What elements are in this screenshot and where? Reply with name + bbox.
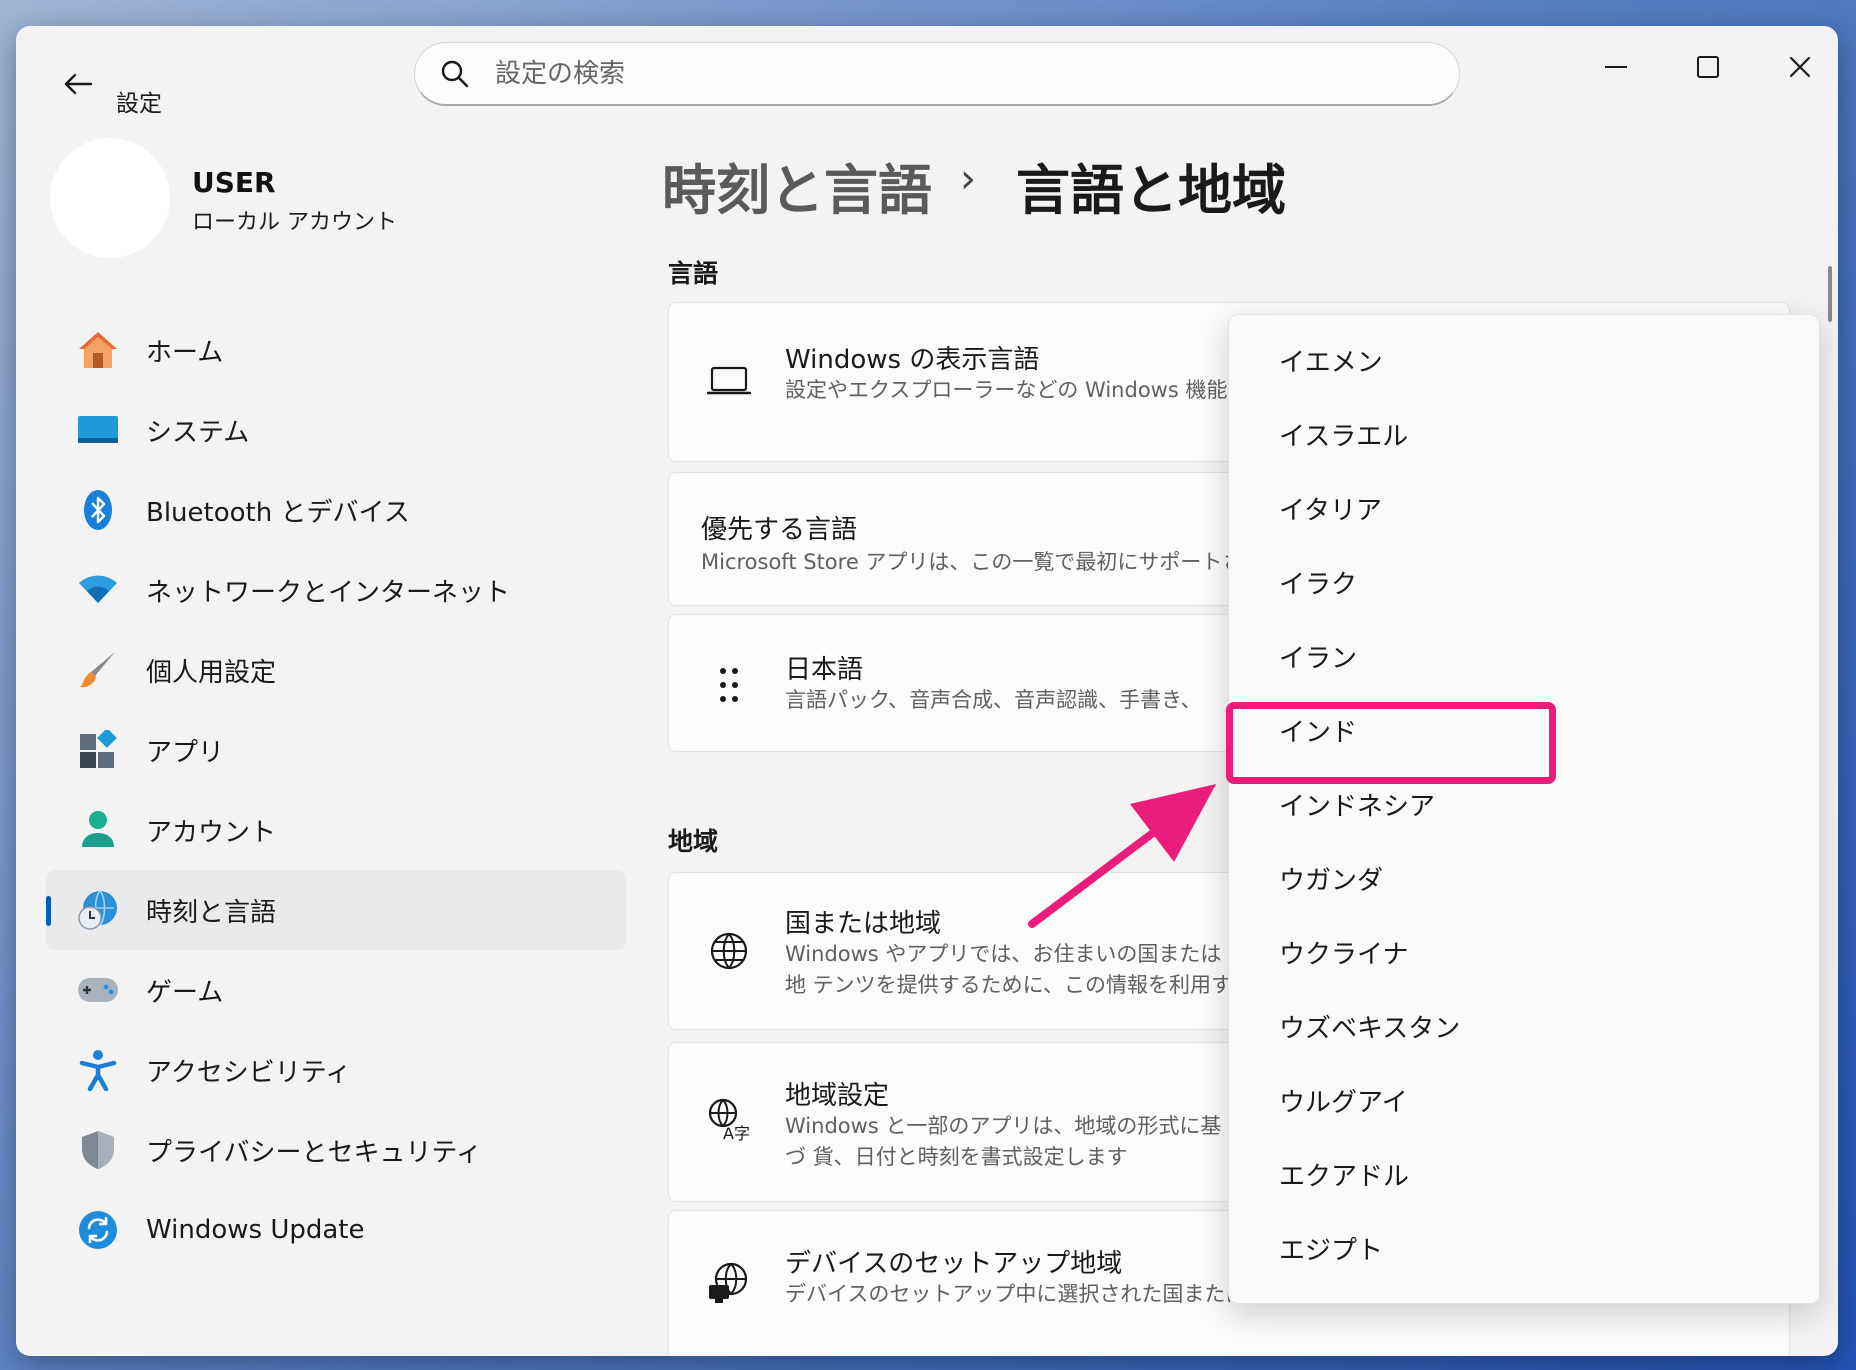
app-title: 設定 (116, 91, 162, 117)
accessibility-icon (74, 1046, 122, 1094)
card-description: Windows と一部のアプリは、地域の形式に基づ 貨、日付と時刻を書式設定しま… (785, 1114, 1222, 1169)
globe-language-icon: A字 (699, 1089, 759, 1149)
dropdown-option[interactable]: ウクライナ (1229, 915, 1819, 989)
card-title: 国または地域 (785, 909, 942, 939)
card-description: Microsoft Store アプリは、この一覧で最初にサポートされ (701, 550, 1261, 574)
scrollbar[interactable] (1828, 266, 1832, 322)
settings-window: 設定 USER ローカル アカウント ホーム システム (16, 26, 1838, 1356)
sidebar-item-bluetooth[interactable]: Bluetooth とデバイス (46, 470, 626, 550)
sidebar-item-label: ゲーム (146, 977, 224, 1008)
close-icon (1789, 56, 1811, 78)
minimize-icon (1605, 66, 1627, 68)
dropdown-option[interactable]: ウルグアイ (1229, 1063, 1819, 1137)
dropdown-option[interactable]: イスラエル (1229, 397, 1819, 471)
annotation-highlight-box (1226, 702, 1556, 784)
sidebar-item-accessibility[interactable]: アクセシビリティ (46, 1030, 626, 1110)
maximize-icon (1697, 56, 1719, 78)
card-description: 設定やエクスプローラーなどの Windows 機能は す。 (785, 378, 1296, 402)
section-title-region: 地域 (668, 827, 719, 856)
dropdown-option[interactable]: イラク (1229, 545, 1819, 619)
sidebar-item-windows-update[interactable]: Windows Update (46, 1190, 626, 1270)
time-language-icon (74, 886, 122, 934)
card-title: Windows の表示言語 (785, 345, 1040, 375)
user-name: USER (192, 166, 276, 199)
system-icon (74, 406, 122, 454)
svg-text:A字: A字 (723, 1124, 750, 1141)
sidebar-item-label: プライバシーとセキュリティ (146, 1137, 482, 1168)
account-icon (74, 806, 122, 854)
sidebar-item-personalization[interactable]: 個人用設定 (46, 630, 626, 710)
card-title: 地域設定 (785, 1081, 890, 1111)
dropdown-option[interactable]: イラン (1229, 619, 1819, 693)
sidebar-item-label: アカウント (146, 817, 277, 848)
sidebar-item-system[interactable]: システム (46, 390, 626, 470)
update-icon (74, 1206, 122, 1254)
avatar[interactable] (50, 138, 170, 258)
home-icon (74, 326, 122, 374)
sidebar-item-label: アプリ (146, 737, 225, 768)
back-arrow-icon (64, 73, 93, 95)
sidebar-item-gaming[interactable]: ゲーム (46, 950, 626, 1030)
sidebar-item-label: システム (146, 417, 250, 448)
sidebar-item-label: アクセシビリティ (146, 1057, 352, 1088)
sidebar-item-home[interactable]: ホーム (46, 310, 626, 390)
sidebar-nav: ホーム システム Bluetooth とデバイス ネットワークとインターネット … (46, 310, 626, 1270)
laptop-icon (699, 351, 759, 411)
sidebar-item-label: Windows Update (146, 1215, 365, 1245)
wifi-icon (74, 566, 122, 614)
country-dropdown-list[interactable]: イエメン イスラエル イタリア イラク イラン インド インドネシア ウガンダ … (1228, 314, 1820, 1304)
shield-icon (74, 1126, 122, 1174)
sidebar-item-label: Bluetooth とデバイス (146, 497, 410, 528)
card-title: 優先する言語 (701, 515, 858, 545)
sidebar-item-label: ネットワークとインターネット (146, 577, 511, 608)
sidebar-item-label: 個人用設定 (146, 657, 277, 688)
sidebar-item-label: 時刻と言語 (146, 897, 277, 928)
card-description: Windows やアプリでは、お住まいの国または地 テンツを提供するために、この… (785, 942, 1233, 997)
card-description: デバイスのセットアップ中に選択された国または地域 (785, 1282, 1289, 1306)
drag-handle-icon[interactable] (699, 655, 759, 715)
account-type: ローカル アカウント (192, 210, 397, 235)
dropdown-option[interactable]: ウガンダ (1229, 841, 1819, 915)
card-description: 言語パック、音声合成、音声認識、手書き、 (785, 688, 1202, 712)
brush-icon (74, 646, 122, 694)
breadcrumb-separator: › (960, 156, 976, 202)
apps-icon (74, 726, 122, 774)
dropdown-option[interactable]: イタリア (1229, 471, 1819, 545)
minimize-button[interactable] (1584, 44, 1648, 90)
close-button[interactable] (1768, 44, 1832, 90)
sidebar-item-label: ホーム (146, 337, 224, 368)
dropdown-option[interactable]: ウズベキスタン (1229, 989, 1819, 1063)
breadcrumb-parent[interactable]: 時刻と言語 (662, 146, 932, 225)
maximize-button[interactable] (1676, 44, 1740, 90)
dropdown-option[interactable]: イエメン (1229, 323, 1819, 397)
sidebar-item-time-language[interactable]: 時刻と言語 (46, 870, 626, 950)
globe-device-icon (699, 1253, 759, 1313)
gamepad-icon (74, 966, 122, 1014)
card-title: デバイスのセットアップ地域 (785, 1249, 1123, 1279)
globe-icon (699, 921, 759, 981)
card-title: 日本語 (785, 655, 864, 685)
page-title: 言語と地域 (1016, 159, 1286, 222)
back-button[interactable] (46, 56, 110, 112)
search-icon (437, 56, 473, 92)
sidebar-item-privacy[interactable]: プライバシーとセキュリティ (46, 1110, 626, 1190)
dropdown-option[interactable]: エクアドル (1229, 1137, 1819, 1211)
sidebar-item-accounts[interactable]: アカウント (46, 790, 626, 870)
sidebar-item-apps[interactable]: アプリ (46, 710, 626, 790)
sidebar-item-network[interactable]: ネットワークとインターネット (46, 550, 626, 630)
search-input[interactable] (495, 58, 1395, 89)
search-box[interactable] (414, 42, 1460, 106)
active-indicator (46, 896, 51, 926)
section-title-language: 言語 (668, 259, 719, 288)
bluetooth-icon (74, 486, 122, 534)
dropdown-option[interactable]: エジプト (1229, 1211, 1819, 1285)
